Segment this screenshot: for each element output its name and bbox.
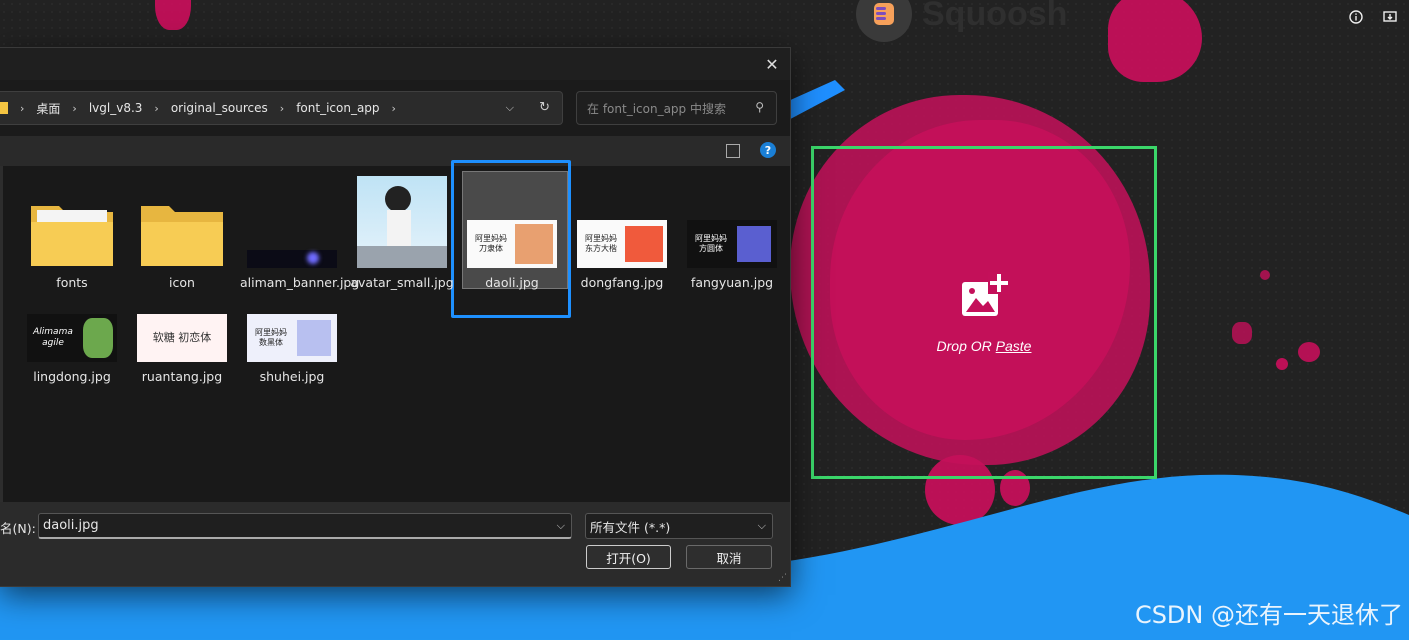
search-input[interactable]: 在 font_icon_app 中搜索 ⚲ xyxy=(576,91,777,125)
file-item[interactable]: Alimama agile lingdong.jpg xyxy=(20,312,124,385)
open-button[interactable]: 打开(O) xyxy=(586,545,671,569)
image-thumbnail xyxy=(350,176,454,268)
file-name: shuhei.jpg xyxy=(259,369,325,384)
refresh-icon[interactable]: ↻ xyxy=(539,100,550,115)
file-item-selected[interactable]: 阿里妈妈 刀隶体 daoli.jpg xyxy=(460,176,564,291)
image-thumbnail: 阿里妈妈 方圆体 xyxy=(680,176,784,268)
breadcrumb-item[interactable]: lvgl_v8.3 xyxy=(89,101,143,115)
squoosh-logo[interactable]: Squoosh xyxy=(856,0,1067,42)
dialog-footer: 名(N): daoli.jpg ⌵ 所有文件 (*.*) ⌵ 打开(O) 取消 … xyxy=(0,502,790,586)
file-item[interactable]: 阿里妈妈 数黑体 shuhei.jpg xyxy=(240,312,344,385)
info-icon[interactable] xyxy=(1347,8,1365,26)
navigation-bar: › 桌面 › lvgl_v8.3 › original_sources › fo… xyxy=(0,80,790,136)
filename-value: daoli.jpg xyxy=(43,518,99,533)
image-thumbnail: 阿里妈妈 刀隶体 xyxy=(460,176,564,268)
chevron-right-icon[interactable]: › xyxy=(72,102,76,115)
file-item[interactable]: 阿里妈妈 方圆体 fangyuan.jpg xyxy=(680,176,784,291)
close-icon: ✕ xyxy=(765,54,779,74)
drop-instructions: Drop OR Paste xyxy=(937,338,1032,354)
filename-label: 名(N): xyxy=(0,521,36,536)
image-thumbnail: Alimama agile xyxy=(20,312,124,362)
file-name: daoli.jpg xyxy=(485,275,539,290)
pane-divider xyxy=(0,166,3,502)
file-name: ruantang.jpg xyxy=(141,369,223,384)
app-name: Squoosh xyxy=(922,0,1068,33)
file-name: avatar_small.jpg xyxy=(350,275,454,290)
file-item[interactable]: 阿里妈妈 东方大楷 dongfang.jpg xyxy=(570,176,674,291)
file-item[interactable]: avatar_small.jpg xyxy=(350,176,454,291)
decor-blob xyxy=(1232,322,1252,344)
filetype-value: 所有文件 (*.*) xyxy=(590,519,671,535)
help-icon[interactable]: ? xyxy=(760,142,776,158)
drop-text: Drop OR xyxy=(936,337,992,354)
image-thumbnail: 阿里妈妈 数黑体 xyxy=(240,312,344,362)
chevron-down-icon[interactable]: ⌵ xyxy=(758,519,766,533)
thumbnail-text: 软糖 初恋体 xyxy=(152,331,212,344)
file-name: fonts xyxy=(56,275,88,290)
breadcrumb-item[interactable]: original_sources xyxy=(171,101,268,115)
csdn-watermark: CSDN @还有一天退休了 xyxy=(1134,601,1403,629)
drop-zone[interactable]: Drop OR Paste xyxy=(811,146,1157,479)
file-name: icon xyxy=(169,275,195,290)
folder-icon xyxy=(20,176,124,268)
thumbnail-text: 阿里妈妈 方圆体 xyxy=(695,234,727,253)
file-item[interactable]: 软糖 初恋体 ruantang.jpg xyxy=(130,312,234,385)
folder-icon xyxy=(0,102,8,114)
decor-blob xyxy=(1260,270,1270,280)
image-thumbnail xyxy=(240,176,344,268)
resize-grip-icon[interactable]: ⋰ xyxy=(778,573,787,583)
paste-link[interactable]: Paste xyxy=(996,338,1032,354)
image-thumbnail: 软糖 初恋体 xyxy=(130,312,234,362)
cancel-button[interactable]: 取消 xyxy=(686,545,772,569)
file-list-pane: fonts icon alimam_banner.jpg avatar_smal… xyxy=(0,160,790,502)
file-name: alimam_banner.jpg xyxy=(240,275,360,290)
decor-blob xyxy=(155,0,191,30)
folder-item[interactable]: fonts xyxy=(20,176,124,291)
file-name: fangyuan.jpg xyxy=(690,275,774,290)
chevron-right-icon[interactable]: › xyxy=(20,102,24,115)
search-placeholder: 在 font_icon_app 中搜索 xyxy=(587,101,726,116)
file-name: dongfang.jpg xyxy=(580,275,664,290)
decor-blob xyxy=(1108,0,1202,82)
chevron-right-icon[interactable]: › xyxy=(280,102,284,115)
file-item[interactable]: alimam_banner.jpg xyxy=(240,176,359,291)
thumbnail-text: Alimama agile xyxy=(33,327,73,348)
filetype-select[interactable]: 所有文件 (*.*) ⌵ xyxy=(585,513,773,539)
breadcrumb-item[interactable]: font_icon_app xyxy=(296,101,379,115)
thumbnail-text: 阿里妈妈 东方大楷 xyxy=(585,234,617,253)
chevron-down-icon[interactable]: ⌵ xyxy=(506,101,514,115)
breadcrumb: › 桌面 › lvgl_v8.3 › original_sources › fo… xyxy=(0,100,396,117)
top-right-icons xyxy=(1347,8,1399,26)
filename-input[interactable]: daoli.jpg ⌵ xyxy=(38,513,572,539)
add-image-icon[interactable] xyxy=(958,271,1010,324)
image-thumbnail: 阿里妈妈 东方大楷 xyxy=(570,176,674,268)
folder-icon xyxy=(130,176,234,268)
file-open-dialog: ✕ › 桌面 › lvgl_v8.3 › original_sources › … xyxy=(0,47,791,587)
view-options-icon[interactable] xyxy=(726,144,740,158)
address-bar[interactable]: › 桌面 › lvgl_v8.3 › original_sources › fo… xyxy=(0,91,563,125)
decor-blob xyxy=(1276,358,1288,370)
file-name: lingdong.jpg xyxy=(33,369,111,384)
folder-item[interactable]: icon xyxy=(130,176,234,291)
chevron-right-icon[interactable]: › xyxy=(392,102,396,115)
command-bar: ? xyxy=(0,136,790,166)
search-icon: ⚲ xyxy=(755,100,764,114)
close-button[interactable]: ✕ xyxy=(762,54,782,74)
dialog-titlebar[interactable]: ✕ xyxy=(0,48,790,80)
chevron-right-icon[interactable]: › xyxy=(154,102,158,115)
chevron-down-icon[interactable]: ⌵ xyxy=(557,519,565,533)
decor-blob xyxy=(1298,342,1320,362)
squoosh-mascot-icon xyxy=(856,0,912,42)
install-icon[interactable] xyxy=(1381,8,1399,26)
thumbnail-text: 阿里妈妈 数黑体 xyxy=(255,328,287,347)
breadcrumb-item[interactable]: 桌面 xyxy=(36,100,60,117)
thumbnail-text: 阿里妈妈 刀隶体 xyxy=(475,234,507,253)
